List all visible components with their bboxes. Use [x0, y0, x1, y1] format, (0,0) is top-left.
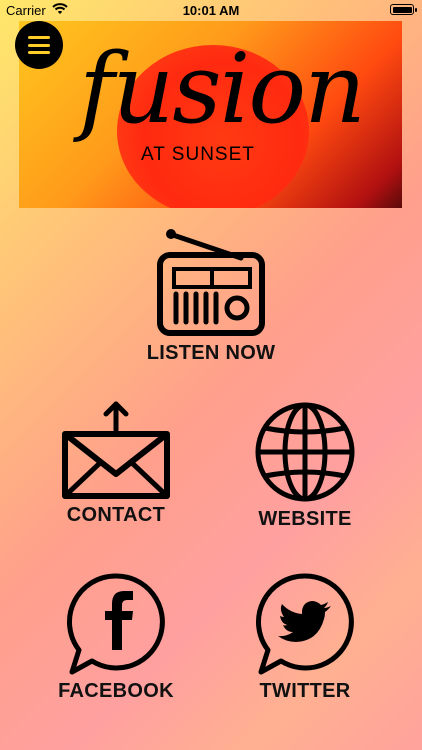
listen-now-button[interactable]: LISTEN NOW [131, 224, 291, 365]
twitter-label: TWITTER [259, 680, 351, 702]
contact-button[interactable]: CONTACT [46, 400, 186, 527]
listen-now-label: LISTEN NOW [146, 342, 276, 364]
twitter-button[interactable]: TWITTER [235, 570, 375, 703]
website-button[interactable]: WEBSITE [235, 400, 375, 531]
clock: 10:01 AM [182, 3, 240, 18]
website-label: WEBSITE [258, 508, 352, 530]
globe-icon [255, 402, 355, 502]
brand-tagline: AT SUNSET [141, 144, 255, 165]
radio-icon [157, 229, 265, 336]
status-bar: Carrier 10:01 AM [0, 0, 422, 22]
facebook-label: FACEBOOK [58, 680, 174, 702]
contact-label: CONTACT [66, 504, 166, 526]
battery-icon [390, 4, 417, 15]
twitter-icon [256, 573, 354, 675]
envelope-upload-icon [62, 401, 170, 499]
menu-button[interactable] [15, 21, 63, 69]
facebook-button[interactable]: FACEBOOK [46, 570, 186, 703]
facebook-icon [67, 573, 165, 675]
battery-level [392, 6, 412, 13]
brand-banner: fusion AT SUNSET [19, 21, 402, 208]
brand-logo-text: fusion [79, 33, 366, 145]
